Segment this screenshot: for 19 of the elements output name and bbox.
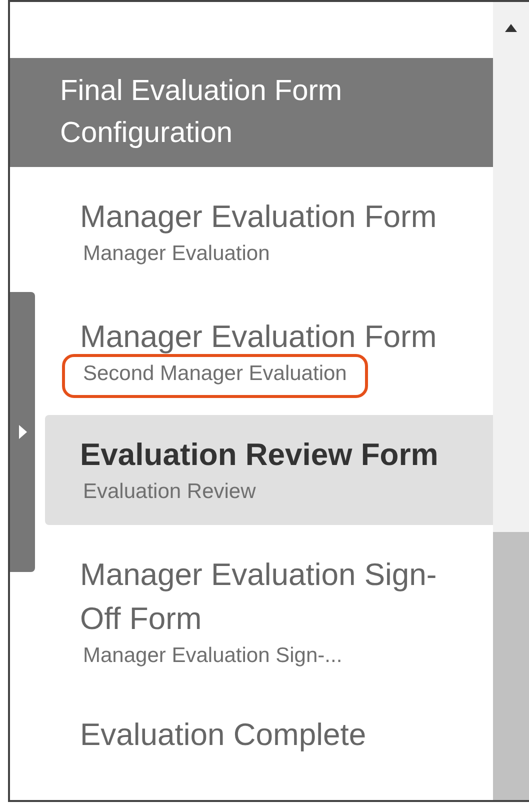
- scroll-thumb[interactable]: [493, 532, 529, 800]
- section-header: Final Evaluation Form Configuration: [10, 58, 493, 167]
- item-subtitle: Evaluation Review: [83, 479, 256, 505]
- item-subtitle: Second Manager Evaluation: [83, 361, 347, 387]
- item-title: Manager Evaluation Form: [80, 318, 438, 356]
- item-title[interactable]: Evaluation Complete: [80, 713, 477, 757]
- form-item[interactable]: Evaluation Review Form Evaluation Review: [45, 415, 493, 525]
- item-subtitle: Manager Evaluation Sign-...: [83, 643, 342, 669]
- item-title: Manager Evaluation Form: [80, 198, 438, 236]
- item-title: Evaluation Review Form: [80, 436, 440, 474]
- scrollbar[interactable]: [493, 2, 529, 800]
- item-title: Manager Evaluation Sign-Off Form: [80, 556, 438, 638]
- expand-icon: [18, 425, 26, 439]
- panel-toggle[interactable]: [10, 292, 35, 572]
- form-item[interactable]: Manager Evaluation Sign-Off Form Manager Evaluation Sign-...: [45, 535, 493, 689]
- form-item[interactable]: Manager Evaluation Form Manager Evaluation: [45, 177, 493, 287]
- scroll-up-icon[interactable]: [505, 24, 517, 32]
- item-subtitle: Manager Evaluation: [83, 241, 270, 267]
- form-item[interactable]: Manager Evaluation Form Second Manager Evaluation: [45, 297, 493, 405]
